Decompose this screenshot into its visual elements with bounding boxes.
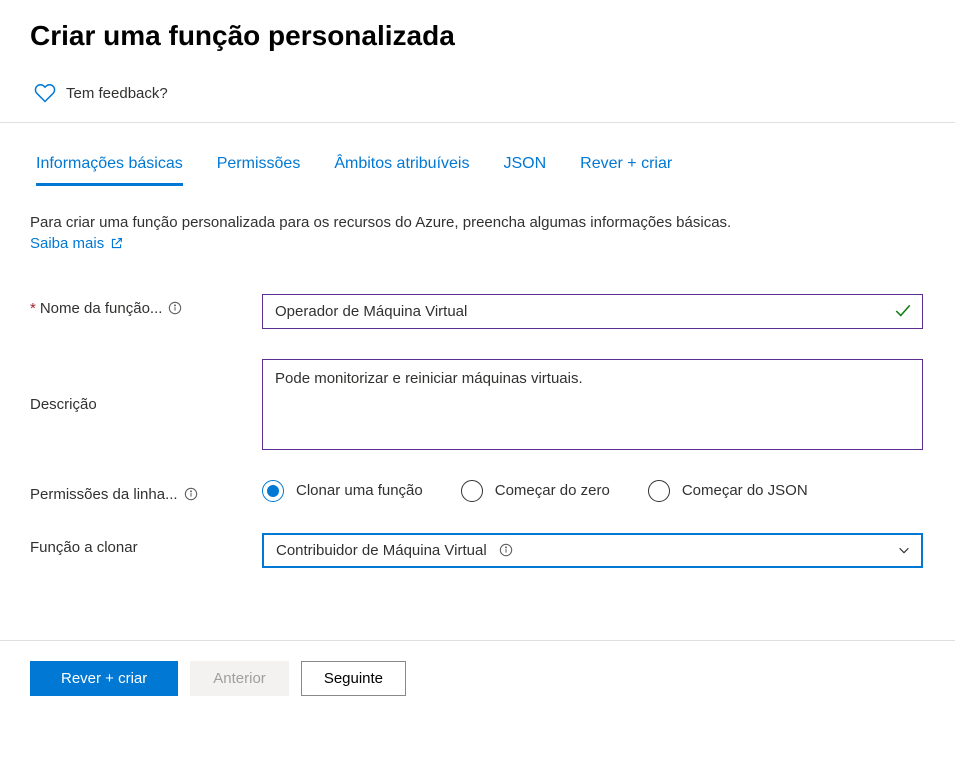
footer: Rever + criar Anterior Seguinte <box>0 641 955 716</box>
info-icon[interactable] <box>184 487 198 501</box>
description-input[interactable]: Pode monitorizar e reiniciar máquinas vi… <box>263 360 922 446</box>
label-clone-role: Função a clonar <box>30 533 262 556</box>
row-clone-role: Função a clonar Contribuidor de Máquina … <box>30 533 925 568</box>
page-title: Criar uma função personalizada <box>0 0 955 70</box>
radio-scratch[interactable]: Começar do zero <box>461 480 610 502</box>
check-icon <box>894 302 912 320</box>
description-wrapper: Pode monitorizar e reiniciar máquinas vi… <box>262 359 923 450</box>
row-role-name: * Nome da função... <box>30 294 925 329</box>
radio-circle <box>262 480 284 502</box>
clone-role-select[interactable]: Contribuidor de Máquina Virtual <box>262 533 923 568</box>
label-role-name: * Nome da função... <box>30 294 262 317</box>
radio-label: Começar do zero <box>495 482 610 499</box>
select-value: Contribuidor de Máquina Virtual <box>276 542 513 559</box>
feedback-bar[interactable]: Tem feedback? <box>0 70 955 123</box>
chevron-down-icon <box>897 543 911 557</box>
row-description: Descrição Pode monitorizar e reiniciar m… <box>30 359 925 450</box>
next-button[interactable]: Seguinte <box>301 661 406 696</box>
review-create-button[interactable]: Rever + criar <box>30 661 178 696</box>
row-baseline: Permissões da linha... Clonar uma <box>30 480 925 503</box>
tab-basics[interactable]: Informações básicas <box>36 155 183 186</box>
info-icon <box>499 543 513 557</box>
learn-more-text: Saiba mais <box>30 235 104 252</box>
tabs-container: Informações básicas Permissões Âmbitos a… <box>0 123 955 186</box>
radio-dot <box>267 485 279 497</box>
required-marker: * <box>30 300 36 317</box>
previous-button: Anterior <box>190 661 289 696</box>
radio-label: Começar do JSON <box>682 482 808 499</box>
intro-text: Para criar uma função personalizada para… <box>30 212 925 235</box>
heart-icon <box>34 82 56 104</box>
role-name-input[interactable] <box>263 295 922 328</box>
radio-circle <box>648 480 670 502</box>
label-description: Descrição <box>30 396 262 413</box>
learn-more-link[interactable]: Saiba mais <box>30 235 123 252</box>
baseline-radio-group: Clonar uma função Começar do zero Começa… <box>262 480 923 502</box>
role-name-input-wrapper <box>262 294 923 329</box>
radio-circle <box>461 480 483 502</box>
feedback-text: Tem feedback? <box>66 85 168 102</box>
tab-review[interactable]: Rever + criar <box>580 155 672 186</box>
content-area: Para criar uma função personalizada para… <box>0 186 955 628</box>
tab-scopes[interactable]: Âmbitos atribuíveis <box>334 155 469 186</box>
form-grid: * Nome da função... <box>30 294 925 568</box>
external-link-icon <box>110 237 123 250</box>
radio-label: Clonar uma função <box>296 482 423 499</box>
tab-permissions[interactable]: Permissões <box>217 155 301 186</box>
radio-clone[interactable]: Clonar uma função <box>262 480 423 502</box>
info-icon[interactable] <box>168 301 182 315</box>
tab-json[interactable]: JSON <box>503 155 546 186</box>
radio-json[interactable]: Começar do JSON <box>648 480 808 502</box>
label-baseline: Permissões da linha... <box>30 480 262 503</box>
